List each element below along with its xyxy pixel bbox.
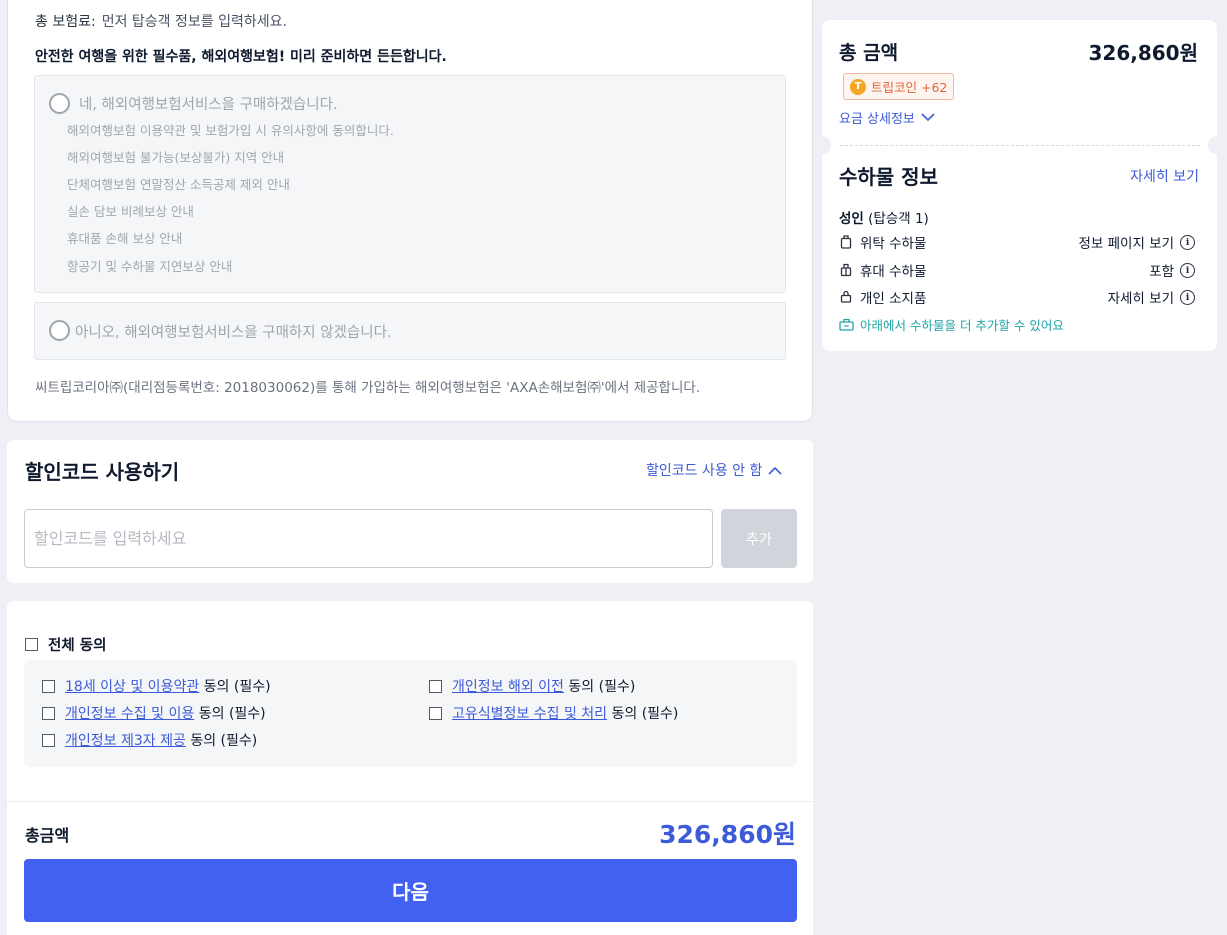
baggage-row-carryon: 휴대 수하물 포함 i xyxy=(839,260,1195,280)
card-notch-left xyxy=(813,136,831,154)
baggage-add-text: 아래에서 수하물을 더 추가할 수 있어요 xyxy=(860,318,1064,333)
baggage-label: 위탁 수하물 xyxy=(860,236,927,252)
baggage-row-personal: 개인 소지품 자세히 보기 i xyxy=(839,287,1195,307)
agree-suffix: 동의 (필수) xyxy=(198,706,266,722)
agree-item[interactable]: 고유식별정보 수집 및 처리 동의 (필수) xyxy=(429,703,678,723)
insurance-premium: 총 보험료: 먼저 탑승객 정보를 입력하세요. xyxy=(35,11,287,31)
agree-checkbox[interactable] xyxy=(429,679,442,693)
agree-suffix: 동의 (필수) xyxy=(190,733,258,749)
agree-link[interactable]: 개인정보 수집 및 이용 xyxy=(65,706,194,722)
insurance-term-item: 단체여행보험 연말정산 소득공제 제외 안내 xyxy=(67,177,290,192)
premium-label: 총 보험료: xyxy=(35,14,96,30)
fare-detail-label: 요금 상세정보 xyxy=(839,112,915,127)
radio-no[interactable] xyxy=(49,320,70,341)
card-notch-right xyxy=(1208,136,1226,154)
baggage-add-icon xyxy=(839,318,854,331)
baggage-label: 휴대 수하물 xyxy=(860,264,927,280)
insurance-headline: 안전한 여행을 위한 필수품, 해외여행보험! 미리 준비하면 든든합니다. xyxy=(35,49,447,65)
dashed-divider xyxy=(840,145,1200,146)
trip-coin-icon: T xyxy=(850,78,866,95)
baggage-more-link[interactable]: 자세히 보기 xyxy=(1080,166,1199,186)
chevron-up-icon xyxy=(768,466,782,475)
agree-item[interactable]: 개인정보 제3자 제공 동의 (필수) xyxy=(42,730,257,750)
agree-link[interactable]: 18세 이상 및 이용약관 xyxy=(65,679,199,695)
agree-checkbox[interactable] xyxy=(42,706,55,720)
baggage-value-link[interactable]: 자세히 보기 xyxy=(1108,287,1174,307)
insurance-term-item: 해외여행보험 불가능(보상불가) 지역 안내 xyxy=(67,150,285,165)
info-icon[interactable]: i xyxy=(1180,289,1195,305)
passenger-note: (탑승객 1) xyxy=(868,211,929,227)
agree-link[interactable]: 개인정보 제3자 제공 xyxy=(65,733,186,749)
checked-baggage-icon xyxy=(839,235,853,249)
passenger-type-label: 성인 xyxy=(839,211,864,227)
baggage-value: 포함 xyxy=(1149,264,1174,280)
agree-suffix: 동의 (필수) xyxy=(568,679,636,695)
baggage-row-checked: 위탁 수하물 정보 페이지 보기 i xyxy=(839,232,1195,252)
premium-value: 먼저 탑승객 정보를 입력하세요. xyxy=(101,14,287,30)
insurance-notice: 씨트립코리아㈜(대리점등록번호: 2018030062)를 통해 가입하는 해외… xyxy=(35,380,701,396)
fare-detail-toggle[interactable]: 요금 상세정보 xyxy=(839,108,935,127)
agree-item[interactable]: 18세 이상 및 이용약관 동의 (필수) xyxy=(42,676,271,696)
agree-item[interactable]: 개인정보 수집 및 이용 동의 (필수) xyxy=(42,703,266,723)
info-icon[interactable]: i xyxy=(1180,234,1195,250)
trip-coin-badge: T 트립코인 +62 xyxy=(843,73,955,100)
total-label: 총금액 xyxy=(25,826,70,845)
insurance-option-no[interactable]: 아니오, 해외여행보험서비스을 구매하지 않겠습니다. xyxy=(34,302,786,360)
radio-yes[interactable] xyxy=(49,93,70,114)
next-button[interactable]: 다음 xyxy=(24,859,797,922)
baggage-value-link[interactable]: 정보 페이지 보기 xyxy=(1078,232,1174,252)
insurance-term-item: 휴대품 손해 보상 안내 xyxy=(67,231,183,246)
personal-item-icon xyxy=(839,290,853,304)
baggage-add-note: 아래에서 수하물을 더 추가할 수 있어요 xyxy=(839,315,1064,334)
agree-all-label: 전체 동의 xyxy=(48,638,107,654)
discount-toggle-label: 할인코드 사용 안 함 xyxy=(646,463,763,479)
baggage-label: 개인 소지품 xyxy=(860,291,927,307)
agree-all[interactable]: 전체 동의 xyxy=(25,634,106,655)
agree-item[interactable]: 개인정보 해외 이전 동의 (필수) xyxy=(429,676,635,696)
info-icon[interactable]: i xyxy=(1180,262,1195,278)
agree-checkbox[interactable] xyxy=(42,733,55,747)
insurance-term-item: 해외여행보험 이용약관 및 보험가입 시 유의사항에 동의합니다. xyxy=(67,123,394,138)
carry-on-icon xyxy=(839,263,853,277)
agree-all-checkbox[interactable] xyxy=(25,638,38,651)
baggage-title: 수하물 정보 xyxy=(839,165,938,189)
agree-checkbox[interactable] xyxy=(429,706,442,720)
option-yes-label: 네, 해외여행보험서비스을 구매하겠습니다. xyxy=(79,97,338,113)
agree-checkbox[interactable] xyxy=(42,679,55,693)
discount-code-input[interactable] xyxy=(24,509,713,568)
sidebar-total-value: 326,860원 xyxy=(1088,41,1199,65)
passenger-type: 성인 (탑승객 1) xyxy=(839,207,929,227)
insurance-term-item: 실손 담보 비례보상 안내 xyxy=(67,204,194,219)
trip-coin-label: 트립코인 +62 xyxy=(871,80,948,95)
divider xyxy=(7,801,813,802)
discount-add-button[interactable]: 추가 xyxy=(721,509,797,568)
agree-link[interactable]: 고유식별정보 수집 및 처리 xyxy=(452,706,607,722)
agree-link[interactable]: 개인정보 해외 이전 xyxy=(452,679,564,695)
agree-suffix: 동의 (필수) xyxy=(203,679,271,695)
agree-suffix: 동의 (필수) xyxy=(611,706,679,722)
insurance-term-item: 항공기 및 수하물 지연보상 안내 xyxy=(67,259,233,274)
option-no-label: 아니오, 해외여행보험서비스을 구매하지 않겠습니다. xyxy=(75,325,392,341)
discount-toggle[interactable]: 할인코드 사용 안 함 xyxy=(646,460,782,480)
sidebar-total-label: 총 금액 xyxy=(839,42,899,64)
chevron-down-icon xyxy=(921,113,935,122)
discount-title: 할인코드 사용하기 xyxy=(25,460,180,484)
total-value: 326,860원 xyxy=(659,820,796,849)
